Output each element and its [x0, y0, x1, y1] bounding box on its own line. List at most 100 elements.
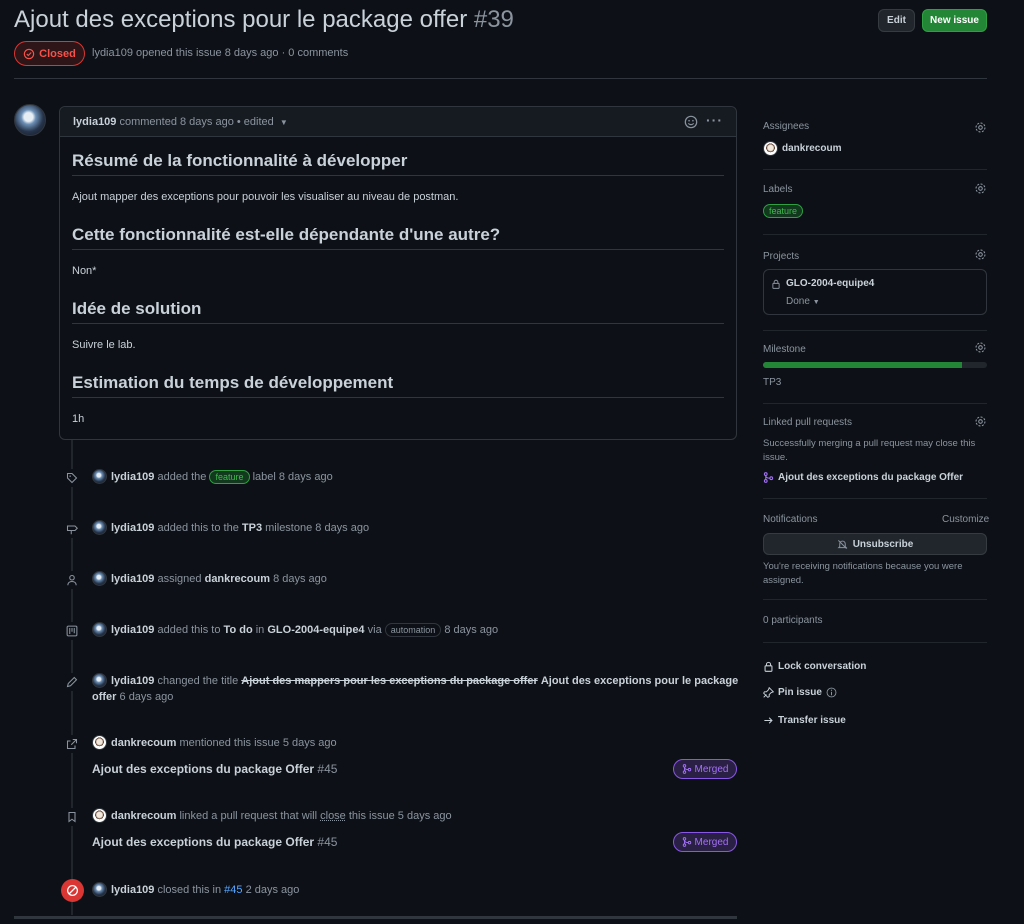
status-badge: Closed [14, 41, 85, 66]
sidebar-divider [763, 234, 987, 235]
opened-text: opened this issue 8 days ago · 0 comment… [136, 47, 349, 59]
event-time: label 8 days ago [252, 470, 333, 483]
milestone-icon [63, 520, 81, 538]
issue-title-text: Ajout des exceptions pour le package off… [14, 6, 468, 33]
lock-icon [764, 661, 773, 672]
section-heading: Idée de solution [72, 299, 202, 318]
gear-icon[interactable] [974, 182, 987, 195]
sidebar-divider [763, 169, 987, 170]
customize-link[interactable]: Customize [942, 514, 989, 525]
label-pill[interactable]: feature [209, 469, 250, 484]
pencil-icon [63, 673, 81, 691]
milestone-name[interactable]: TP3 [763, 377, 781, 388]
pr-link[interactable]: Ajout des exceptions du package Offer #4… [92, 762, 337, 776]
timeline-event: lydia109 added this to the TP3 milestone… [92, 520, 369, 535]
event-actor[interactable]: lydia109 [111, 675, 154, 687]
gear-icon[interactable] [974, 121, 987, 134]
event-actor[interactable]: lydia109 [111, 623, 154, 635]
assignee-item[interactable]: dankrecoum [763, 141, 841, 156]
event-actor[interactable]: lydia109 [111, 573, 154, 585]
old-title: Ajout des mappers pour les exceptions du… [241, 674, 538, 687]
avatar[interactable] [92, 735, 107, 750]
chevron-down-icon[interactable]: ▼ [280, 118, 288, 127]
bookmark-icon [63, 808, 81, 826]
merged-label: Merged [694, 763, 729, 775]
participants-count: 0 participants [763, 615, 823, 626]
notification-desc: assigned. [763, 575, 804, 586]
info-icon[interactable] [826, 687, 837, 698]
avatar[interactable] [92, 622, 107, 637]
unsubscribe-button[interactable]: Unsubscribe [763, 533, 987, 555]
label-pill[interactable]: feature [763, 204, 804, 218]
heading-divider [72, 397, 724, 398]
project-card[interactable] [763, 269, 987, 315]
event-time: this issue 5 days ago [348, 809, 452, 822]
timeline-event: lydia109 closed this in #45 2 days ago [92, 882, 299, 897]
merged-badge: Merged [673, 759, 737, 779]
project-link[interactable]: GLO-2004-equipe4 [267, 623, 364, 635]
heading-divider [72, 175, 724, 176]
header-divider [14, 78, 987, 79]
project-name[interactable]: GLO-2004-equipe4 [786, 278, 874, 289]
linked-pr-heading: Linked pull requests [763, 417, 852, 428]
avatar[interactable] [92, 673, 107, 688]
notifications-heading: Notifications [763, 514, 818, 525]
section-body: Suivre le lab. [72, 339, 136, 351]
avatar[interactable] [92, 520, 107, 535]
event-actor[interactable]: dankrecoum [111, 810, 176, 822]
assignee-name: dankrecoum [782, 143, 842, 154]
section-body: Ajout mapper des exceptions pour pouvoir… [72, 191, 459, 203]
project-status-select[interactable]: Done ▼ [786, 296, 820, 307]
new-issue-button[interactable]: New issue [922, 9, 987, 32]
heading-divider [72, 323, 724, 324]
assignee-link[interactable]: dankrecoum [205, 573, 270, 585]
sidebar-divider [763, 403, 987, 404]
linked-pr-item[interactable]: Ajout des exceptions du package Offer [763, 472, 963, 483]
status-label: Closed [39, 47, 76, 60]
event-actor[interactable]: lydia109 [111, 522, 154, 534]
event-time: 8 days ago [444, 623, 499, 636]
avatar[interactable] [92, 882, 107, 897]
pr-number: #45 [317, 835, 338, 849]
timeline-event: dankrecoum linked a pull request that wi… [92, 808, 452, 823]
close-keyword: close [320, 809, 346, 822]
event-text: in [255, 623, 265, 636]
gear-icon[interactable] [974, 341, 987, 354]
event-actor[interactable]: lydia109 [111, 470, 154, 482]
transfer-issue-link[interactable]: Transfer issue [763, 715, 846, 726]
linked-pr-desc: Successfully merging a pull request may … [763, 438, 976, 449]
avatar[interactable] [92, 571, 107, 586]
lock-conversation-link[interactable]: Lock conversation [763, 661, 866, 672]
event-time: 6 days ago [119, 691, 174, 703]
pr-link[interactable]: Ajout des exceptions du package Offer #4… [92, 835, 337, 849]
milestone-link[interactable]: TP3 [242, 522, 262, 534]
projects-heading: Projects [763, 251, 800, 262]
pr-ref-link[interactable]: #45 [224, 884, 242, 896]
merge-icon [682, 764, 691, 774]
kebab-menu-icon[interactable]: ··· [706, 112, 723, 128]
event-text: changed the title [157, 674, 239, 687]
edit-button[interactable]: Edit [878, 9, 915, 32]
project-status: Done [786, 296, 810, 307]
avatar[interactable] [92, 469, 107, 484]
pin-issue-link[interactable]: Pin issue [763, 687, 837, 698]
gear-icon[interactable] [974, 248, 987, 261]
avatar[interactable] [92, 808, 107, 823]
timeline-event: lydia109 added the feature label 8 days … [92, 469, 333, 484]
event-actor[interactable]: dankrecoum [111, 737, 176, 749]
avatar[interactable] [14, 104, 46, 136]
sidebar-divider [763, 498, 987, 499]
event-text: added this to the [157, 521, 239, 534]
author-link[interactable]: lydia109 [92, 47, 133, 59]
event-actor[interactable]: lydia109 [111, 884, 154, 896]
event-time: milestone 8 days ago [265, 521, 370, 534]
project-icon [63, 622, 81, 640]
comment-author[interactable]: lydia109 [73, 116, 116, 128]
pin-issue-label: Pin issue [778, 687, 822, 698]
issue-closed-icon [23, 48, 35, 59]
sidebar-divider [763, 330, 987, 331]
smiley-icon[interactable] [684, 115, 698, 129]
gear-icon[interactable] [974, 415, 987, 428]
skip-icon [66, 884, 79, 897]
event-time: 2 days ago [245, 883, 300, 896]
